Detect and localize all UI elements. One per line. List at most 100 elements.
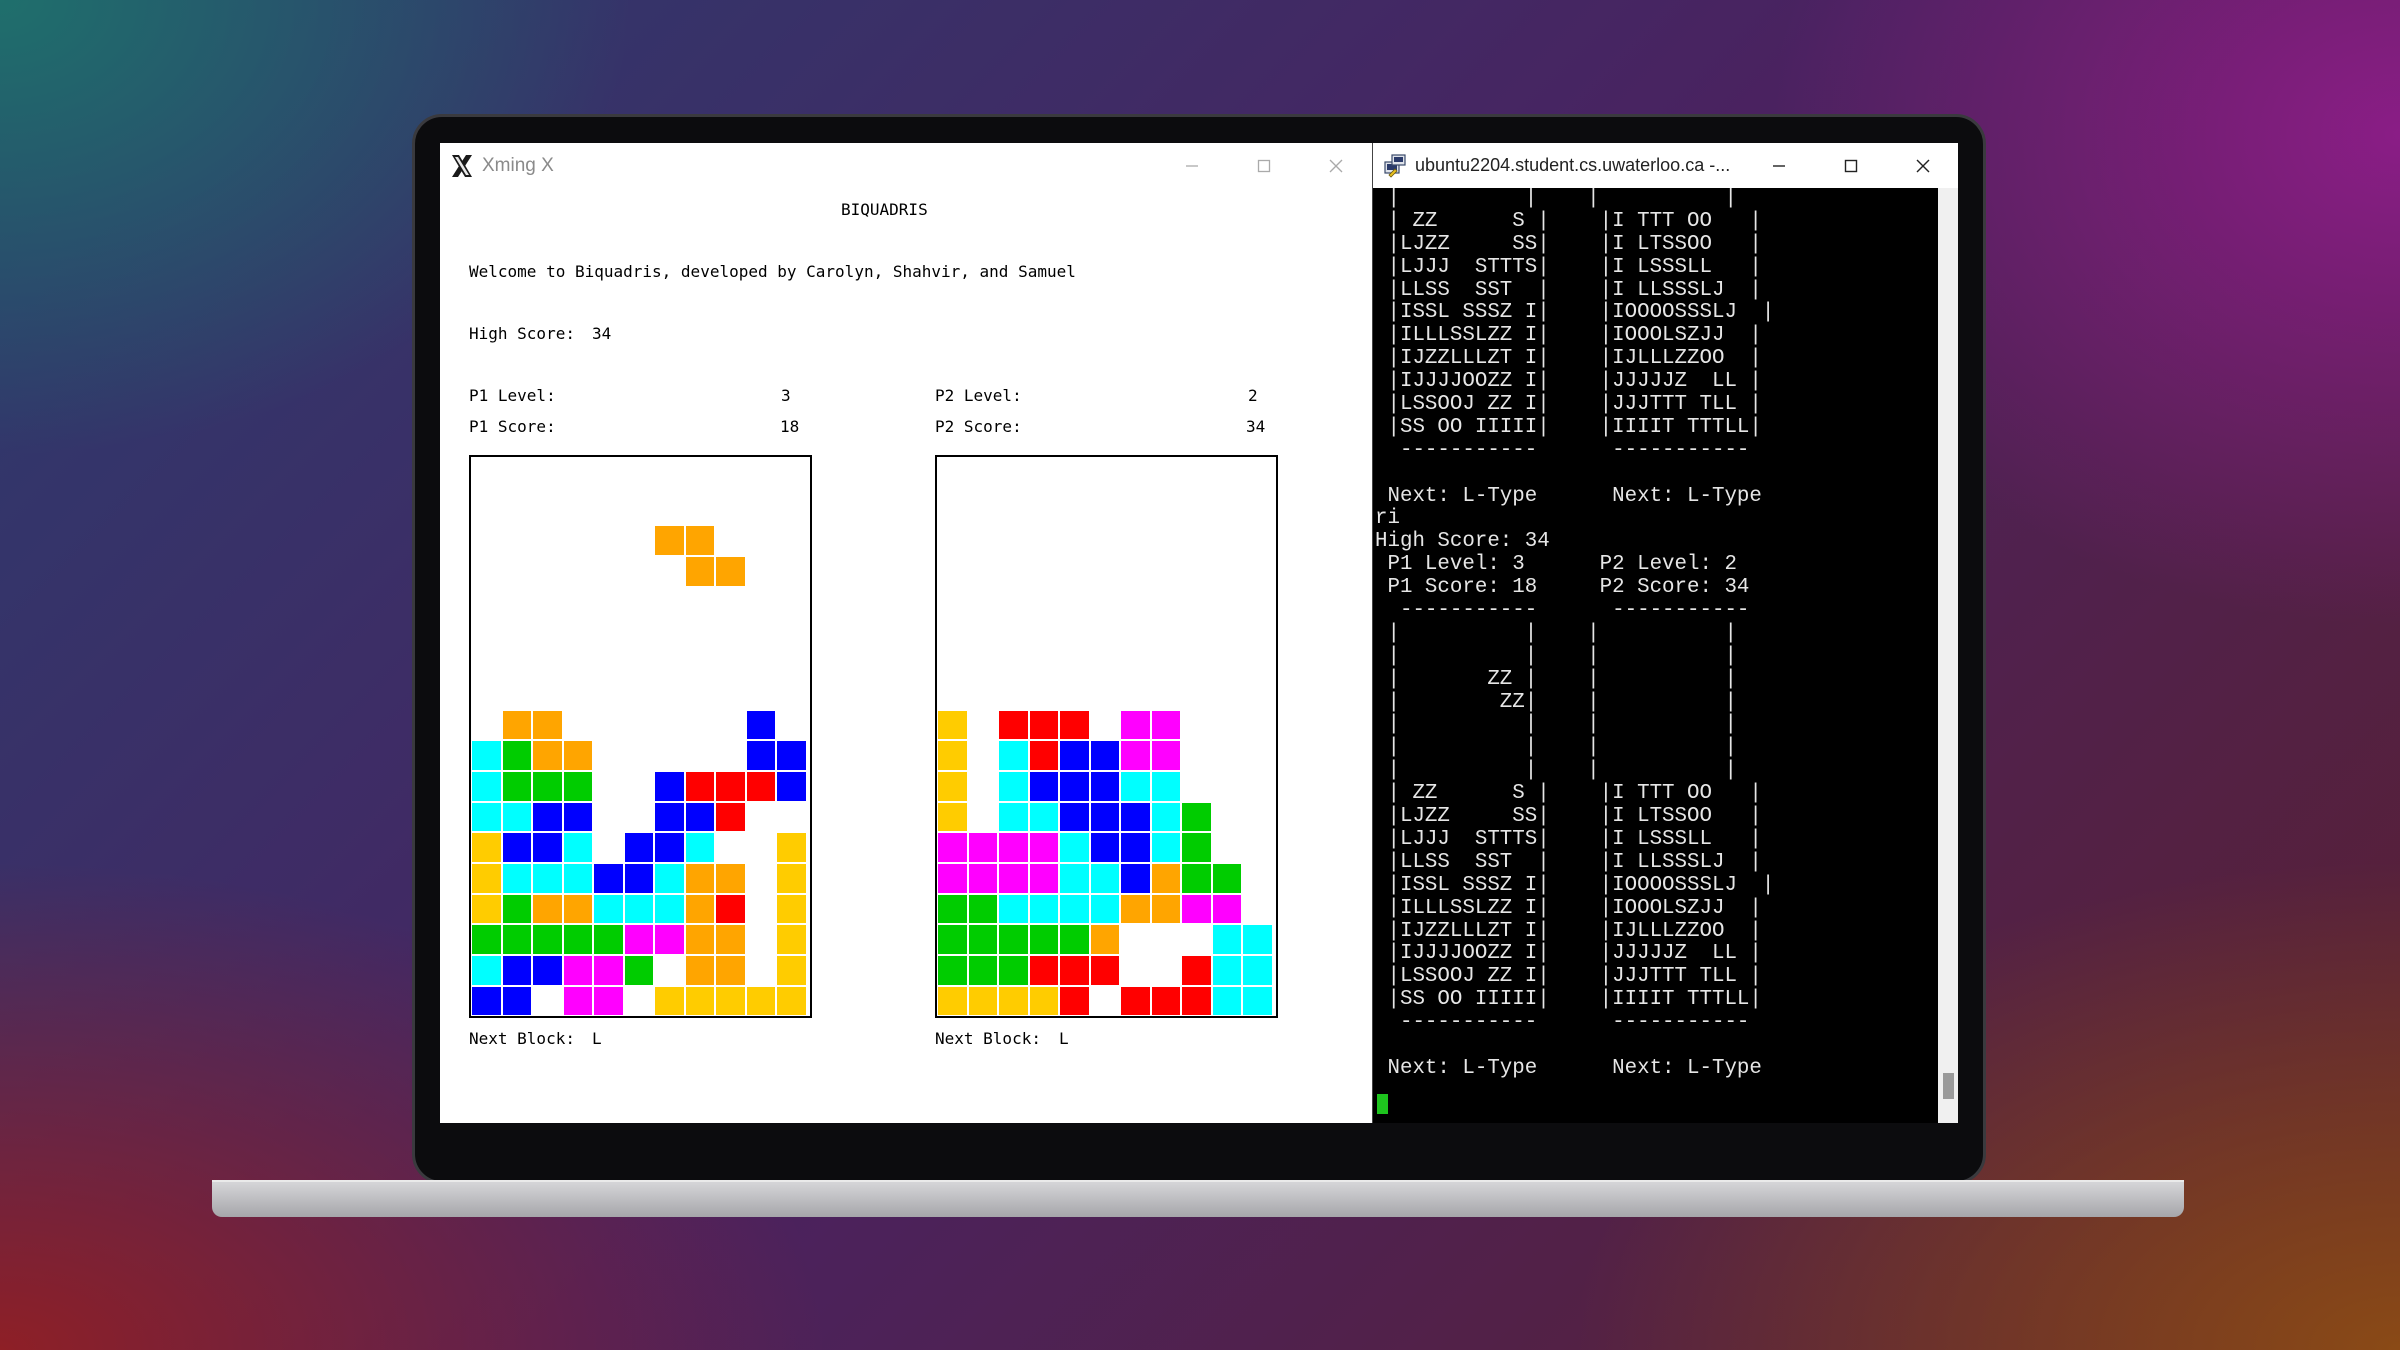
terminal-line: |ISSL SSSZ I| |IOOOOSSSLJ | (1375, 873, 1775, 897)
tetris-block (1059, 985, 1090, 1017)
tetris-block (1059, 832, 1090, 863)
tetris-block (654, 525, 685, 556)
tetris-block (1089, 832, 1120, 863)
tetris-block (937, 770, 968, 802)
tetris-block (1120, 863, 1151, 894)
terminal-line: |LSSOOJ ZZ I| |JJJTTT TLL | (1375, 393, 1762, 417)
minimize-icon (1773, 164, 1785, 167)
putty-icon (1384, 153, 1406, 178)
tetris-block (776, 985, 807, 1017)
xming-titlebar[interactable]: Xming X (440, 143, 1372, 188)
tetris-block (501, 740, 532, 771)
tetris-block (967, 924, 998, 956)
terminal-line: | | | | (1375, 736, 1737, 760)
tetris-block (471, 985, 502, 1017)
terminal-line: |ILLLSSLZZ I| |IOOOLSZJJ | (1375, 896, 1762, 920)
tetris-block (1211, 924, 1242, 956)
terminal-output[interactable]: | | | | | ZZ S | |I TTT OO | |LJZZ SS| |… (1373, 188, 1938, 1123)
tetris-block (776, 863, 807, 894)
tetris-block (1181, 955, 1212, 986)
terminal-line: | | | | (1375, 713, 1737, 737)
tetris-block (1028, 801, 1059, 833)
tetris-block (745, 770, 776, 802)
tetris-block (967, 863, 998, 894)
tetris-block (1028, 863, 1059, 894)
tetris-block (471, 924, 502, 956)
tetris-block (998, 924, 1029, 956)
maximize-button[interactable] (1228, 143, 1300, 188)
tetris-block (745, 740, 776, 771)
tetris-block (1211, 955, 1242, 986)
terminal-line: Next: L-Type Next: L-Type (1375, 1056, 1762, 1080)
p1-board (469, 455, 812, 1018)
laptop-screen: Xming X BIQUADRIS Welcome to Biquadris, … (440, 143, 1958, 1123)
tetris-block (1120, 740, 1151, 771)
terminal-line: | ZZ| | | (1375, 690, 1737, 714)
terminal-line: | | | | (1375, 644, 1737, 668)
close-button[interactable] (1300, 143, 1372, 188)
tetris-block (1242, 985, 1273, 1017)
tetris-block (654, 832, 685, 863)
tetris-block (1089, 924, 1120, 956)
xming-window-title: Xming X (482, 154, 554, 176)
tetris-block (998, 863, 1029, 894)
tetris-block (471, 863, 502, 894)
tetris-block (532, 924, 563, 956)
terminal-line: |IJZZLLLZT I| |IJLLLZZOO | (1375, 347, 1762, 371)
tetris-block (1120, 709, 1151, 741)
tetris-block (532, 832, 563, 863)
tetris-block (623, 893, 654, 925)
tetris-block (715, 893, 746, 925)
tetris-block (501, 985, 532, 1017)
close-icon (1916, 159, 1930, 172)
tetris-block (593, 924, 624, 956)
tetris-block (937, 955, 968, 986)
tetris-block (562, 893, 593, 925)
tetris-block (1059, 863, 1090, 894)
tetris-block (1242, 924, 1273, 956)
minimize-button[interactable] (1156, 143, 1228, 188)
tetris-block (937, 893, 968, 925)
terminal-line: |LSSOOJ ZZ I| |JJJTTT TLL | (1375, 965, 1762, 989)
tetris-block (776, 955, 807, 986)
tetris-block (562, 740, 593, 771)
terminal-minimize-button[interactable] (1743, 143, 1815, 188)
terminal-line: |ILLLSSLZZ I| |IOOOLSZJJ | (1375, 324, 1762, 348)
terminal-maximize-button[interactable] (1815, 143, 1887, 188)
terminal-titlebar[interactable]: ubuntu2204.student.cs.uwaterloo.ca -... (1373, 143, 1958, 188)
terminal-line: Next: L-Type Next: L-Type (1375, 484, 1762, 508)
tetris-block (715, 770, 746, 802)
tetris-block (937, 863, 968, 894)
p1-score-label: P1 Score: (469, 417, 556, 436)
tetris-block (715, 924, 746, 956)
tetris-block (623, 924, 654, 956)
tetris-block (715, 801, 746, 833)
terminal-line: ----------- ----------- (1375, 438, 1750, 462)
tetris-block (1028, 740, 1059, 771)
tetris-block (501, 832, 532, 863)
tetris-block (998, 985, 1029, 1017)
tetris-block (654, 770, 685, 802)
welcome-text: Welcome to Biquadris, developed by Carol… (469, 262, 1076, 281)
tetris-block (776, 924, 807, 956)
tetris-block (1059, 770, 1090, 802)
terminal-line: |LJJJ STTTS| |I LSSSLL | (1375, 255, 1762, 279)
tetris-block (654, 985, 685, 1017)
p2-board (935, 455, 1278, 1018)
tetris-block (471, 770, 502, 802)
tetris-block (471, 801, 502, 833)
tetris-block (1120, 985, 1151, 1017)
tetris-block (1120, 832, 1151, 863)
tetris-block (1120, 770, 1151, 802)
tetris-block (1028, 893, 1059, 925)
terminal-scrollbar[interactable] (1938, 188, 1958, 1123)
tetris-block (967, 832, 998, 863)
tetris-block (1028, 709, 1059, 741)
tetris-block (745, 709, 776, 741)
terminal-scrollbar-thumb[interactable] (1943, 1073, 1954, 1099)
terminal-close-button[interactable] (1887, 143, 1958, 188)
tetris-block (1059, 924, 1090, 956)
tetris-block (684, 801, 715, 833)
